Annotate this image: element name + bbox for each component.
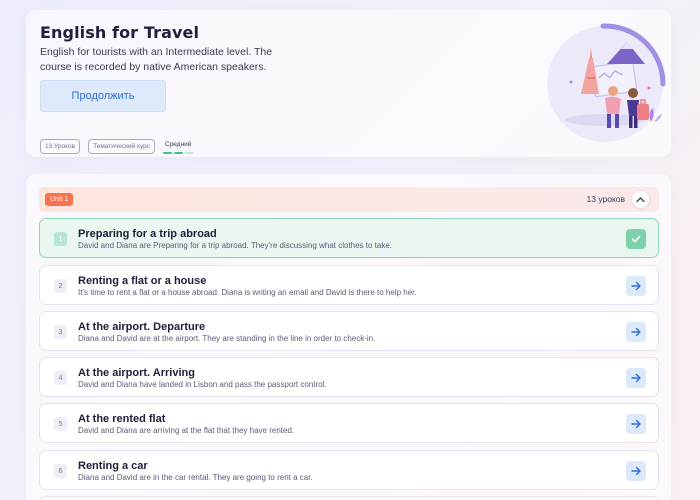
unit-header[interactable]: Unit 1 13 уроков — [39, 187, 659, 212]
lesson-item[interactable]: 2 Renting a flat or a house It's time to… — [39, 265, 659, 305]
lesson-item[interactable]: 6 Renting a car Diana and David are in t… — [39, 450, 659, 490]
lesson-number: 1 — [54, 232, 67, 246]
unit-lessons-count: 13 уроков — [586, 194, 625, 204]
open-lesson-button[interactable] — [626, 461, 646, 481]
course-description: English for tourists with an Intermediat… — [40, 46, 273, 73]
course-tags: 13 Уроков Тематический курс Средний — [40, 139, 194, 154]
open-lesson-button[interactable] — [626, 276, 646, 296]
lesson-item[interactable]: 4 At the airport. Arriving David and Dia… — [39, 357, 659, 397]
continue-button[interactable]: Продолжить — [40, 80, 166, 112]
lesson-title: At the airport. Arriving — [78, 367, 195, 379]
course-type-chip: Тематический курс — [88, 139, 155, 154]
lesson-item[interactable]: 1 Preparing for a trip abroad David and … — [39, 218, 659, 258]
level-bars — [163, 151, 194, 154]
lesson-description: Diana and David are at the airport. They… — [78, 334, 376, 343]
lessons-panel: Unit 1 13 уроков 1 Preparing for a trip … — [26, 174, 671, 500]
lesson-title: Renting a car — [78, 460, 148, 472]
lesson-number: 6 — [54, 464, 67, 478]
arrow-right-icon — [631, 281, 641, 291]
lesson-title: At the airport. Departure — [78, 321, 206, 333]
travel-illustration — [541, 18, 671, 148]
unit-badge: Unit 1 — [45, 193, 74, 206]
lesson-description: David and Diana have landed in Lisbon an… — [78, 380, 327, 389]
lesson-title: At the rented flat — [78, 413, 166, 425]
lesson-item[interactable]: 3 At the airport. Departure Diana and Da… — [39, 311, 659, 351]
chevron-up-icon — [636, 197, 645, 203]
lesson-number: 2 — [54, 279, 67, 293]
level-indicator: Средний — [163, 140, 194, 154]
lesson-number: 3 — [54, 325, 67, 339]
lesson-description: David and Diana are arriving at the flat… — [78, 426, 295, 435]
check-icon — [631, 235, 641, 243]
lesson-description: It's time to rent a flat or a house abro… — [78, 288, 417, 297]
open-lesson-button[interactable] — [626, 322, 646, 342]
open-lesson-button[interactable] — [626, 368, 646, 388]
lesson-number: 4 — [54, 371, 67, 385]
collapse-button[interactable] — [632, 191, 649, 208]
lesson-description: Diana and David are in the car rental. T… — [78, 473, 313, 482]
level-label: Средний — [165, 140, 192, 148]
arrow-right-icon — [631, 419, 641, 429]
lesson-title: Renting a flat or a house — [78, 275, 207, 287]
open-lesson-button[interactable] — [626, 414, 646, 434]
lesson-item[interactable]: 5 At the rented flat David and Diana are… — [39, 403, 659, 443]
lesson-item-partial[interactable] — [39, 496, 659, 500]
lesson-completed-button[interactable] — [626, 229, 646, 249]
course-title: English for Travel — [40, 23, 200, 42]
lessons-count-chip: 13 Уроков — [40, 139, 81, 154]
lesson-number: 5 — [54, 417, 67, 431]
lesson-title: Preparing for a trip abroad — [78, 228, 217, 240]
lesson-description: David and Diana are Preparing for a trip… — [78, 241, 392, 250]
arrow-right-icon — [631, 373, 641, 383]
arrow-right-icon — [631, 327, 641, 337]
course-header-card: English for Travel English for tourists … — [26, 10, 671, 157]
arrow-right-icon — [631, 466, 641, 476]
